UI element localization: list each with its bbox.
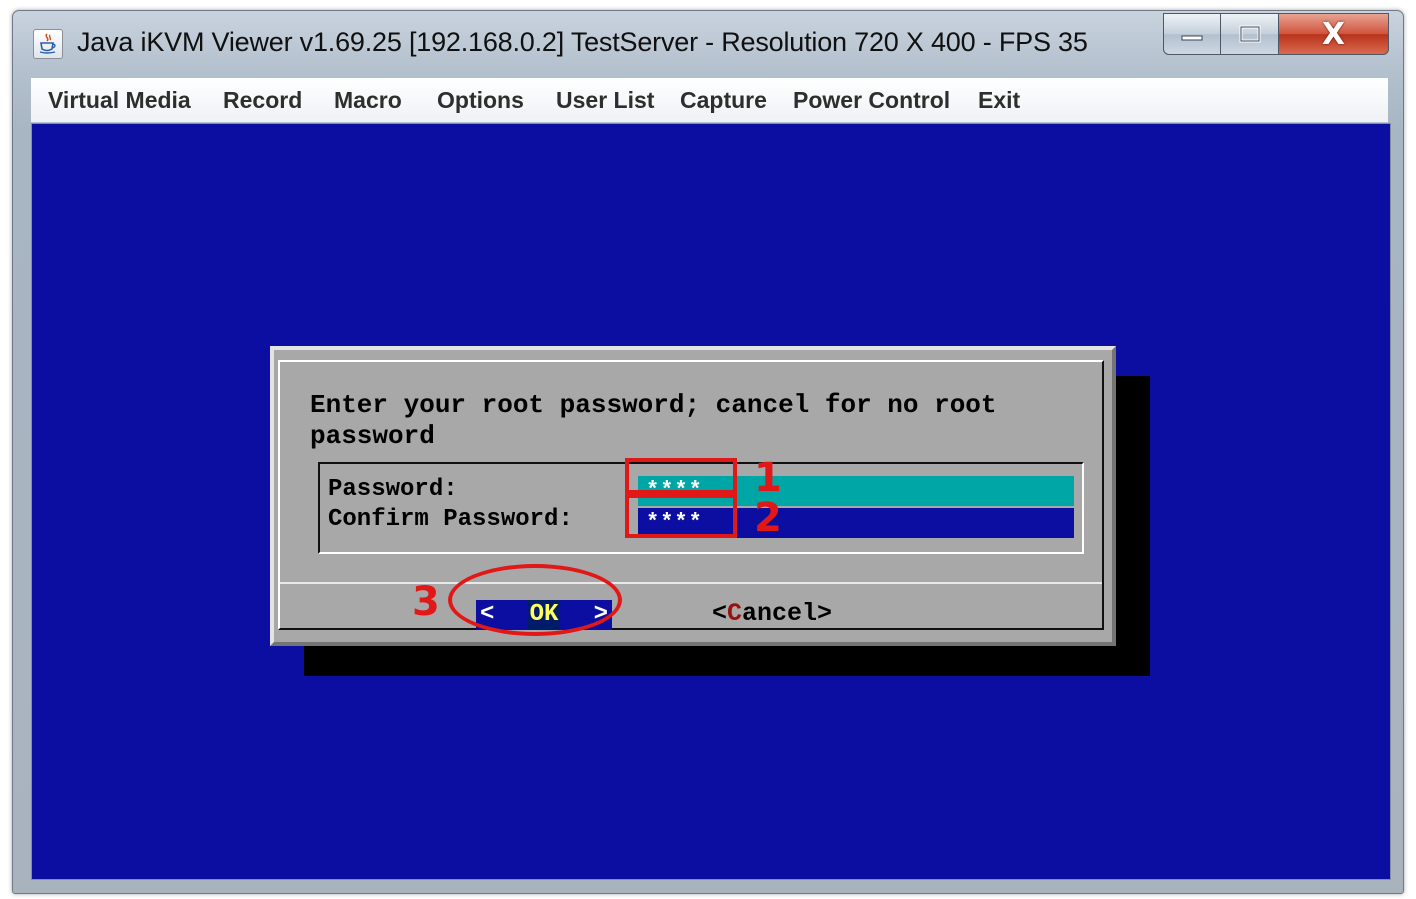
cancel-right-bracket: > [817, 599, 833, 628]
menu-user-list[interactable]: User List [556, 87, 654, 114]
menu-bar: Virtual Media Record Macro Options User … [31, 78, 1388, 123]
window-controls: X [1163, 13, 1389, 57]
annotation-box-2 [625, 494, 737, 538]
annotation-number-2: 2 [754, 495, 782, 541]
annotation-ellipse-ok [448, 564, 622, 636]
cancel-left-bracket: < [712, 599, 728, 628]
ikvm-window: Java iKVM Viewer v1.69.25 [192.168.0.2] … [12, 10, 1404, 894]
menu-exit[interactable]: Exit [978, 87, 1020, 114]
prompt-line-1: Enter your root password; cancel for no … [310, 390, 997, 420]
minimize-icon [1181, 35, 1203, 41]
close-icon: X [1321, 16, 1346, 52]
minimize-button[interactable] [1163, 13, 1221, 55]
menu-power-control[interactable]: Power Control [793, 87, 950, 114]
prompt-line-2: password [310, 421, 435, 451]
menu-options[interactable]: Options [437, 87, 524, 114]
menu-virtual-media[interactable]: Virtual Media [48, 87, 191, 114]
password-label: Password: [328, 476, 458, 503]
cancel-hotkey: C [727, 599, 743, 628]
maximize-button[interactable] [1221, 13, 1279, 55]
menu-capture[interactable]: Capture [680, 87, 767, 114]
maximize-icon [1239, 25, 1260, 43]
annotation-number-1: 1 [754, 455, 782, 501]
cancel-button[interactable]: <Cancel> [712, 598, 832, 630]
cancel-label: ancel [742, 599, 818, 628]
annotation-box-1 [625, 458, 737, 494]
remote-console-screen[interactable]: Enter your root password; cancel for no … [31, 123, 1391, 880]
window-title: Java iKVM Viewer v1.69.25 [192.168.0.2] … [77, 27, 1088, 57]
confirm-password-label: Confirm Password: [328, 506, 573, 533]
title-bar[interactable]: Java iKVM Viewer v1.69.25 [192.168.0.2] … [13, 11, 1403, 79]
menu-record[interactable]: Record [223, 87, 302, 114]
dialog-prompt: Enter your root password; cancel for no … [310, 390, 997, 452]
button-divider [280, 582, 1102, 584]
menu-macro[interactable]: Macro [334, 87, 402, 114]
java-cup-icon[interactable] [33, 29, 63, 59]
annotation-number-3: 3 [412, 579, 440, 625]
close-button[interactable]: X [1279, 13, 1389, 55]
